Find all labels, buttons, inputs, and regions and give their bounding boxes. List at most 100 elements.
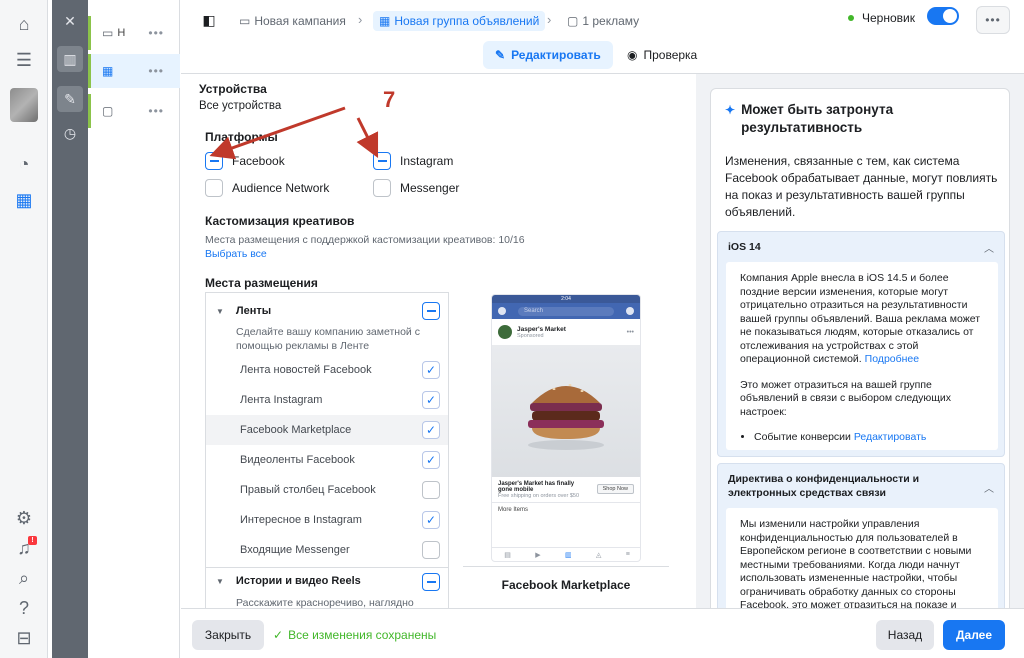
creative-customization-heading: Кастомизация креативов (205, 214, 355, 228)
more-options-icon[interactable]: ••• (148, 26, 164, 40)
select-all-link[interactable]: Выбрать все (205, 248, 267, 260)
placement-checkbox[interactable] (422, 541, 440, 559)
feeds-group-header[interactable]: ▼ Ленты (216, 305, 271, 317)
creative-customization-desc: Места размещения с поддержкой кастомизац… (205, 234, 525, 246)
dashboard-gauge-icon[interactable]: ◔ (10, 150, 38, 178)
edit-pencil-icon[interactable]: ✎ (57, 86, 83, 112)
ads-manager-table-icon[interactable]: ▦ (10, 186, 38, 214)
learn-more-link[interactable]: Подробнее (865, 353, 919, 365)
more-options-icon[interactable]: ••• (148, 104, 164, 118)
audience-network-label: Audience Network (232, 181, 330, 195)
save-status-label: Все изменения сохранены (288, 628, 437, 642)
guidance-panel: ✦ Может быть затронута результативность … (696, 74, 1024, 608)
placement-label: Входящие Messenger (240, 544, 350, 556)
preview-title: Facebook Marketplace (501, 578, 631, 592)
next-button[interactable]: Далее (943, 620, 1005, 650)
placement-row[interactable]: Facebook Marketplace ✓ (206, 415, 448, 445)
breadcrumb-campaign[interactable]: ▭ Новая кампания (239, 11, 346, 31)
ios14-header[interactable]: iOS 14 (728, 240, 761, 254)
messenger-checkbox[interactable] (373, 179, 391, 197)
instagram-checkbox[interactable] (373, 152, 391, 170)
placement-label: Правый столбец Facebook (240, 484, 376, 496)
more-options-button[interactable]: ••• (976, 6, 1010, 34)
sponsored-label: Sponsored (517, 332, 544, 339)
phone-app-bar: Search (492, 303, 640, 319)
status-badge: Черновик (848, 11, 915, 25)
edit-link[interactable]: Редактировать (854, 431, 927, 443)
ios14-content: Компания Apple внесла в iOS 14.5 и более… (726, 262, 998, 450)
tree-item-campaign[interactable]: ▭ Н ••• (88, 16, 180, 50)
folder-icon: ▭ (102, 26, 114, 40)
menu-icon[interactable]: ☰ (10, 46, 38, 74)
breadcrumb-adset[interactable]: ▦ Новая группа объявлений (373, 11, 546, 31)
help-icon[interactable]: ? (10, 594, 38, 622)
stories-group-header[interactable]: ▼ Истории и видео Reels (216, 575, 361, 587)
placement-checkbox[interactable]: ✓ (422, 391, 440, 409)
tab-review[interactable]: ◉ Проверка (615, 41, 709, 69)
chevron-right-icon: › (358, 12, 363, 27)
panel-toggle-icon[interactable]: ⊟ (10, 624, 38, 652)
stories-group-checkbox[interactable] (422, 573, 440, 591)
settings-gear-icon[interactable]: ⚙ (10, 504, 38, 532)
burger-illustration (528, 384, 604, 450)
tab-edit[interactable]: ✎ Редактировать (483, 41, 613, 69)
status-label: Черновик (862, 11, 915, 25)
chevron-up-icon[interactable]: ︿ (984, 240, 994, 255)
shop-now-button: Shop Now (596, 484, 634, 494)
publish-toggle[interactable] (927, 7, 959, 25)
placement-checkbox[interactable]: ✓ (422, 451, 440, 469)
ad-icon: ▢ (567, 14, 579, 28)
privacy-accordion: Директива о конфиденциальности и электро… (717, 463, 1005, 608)
placement-checkbox[interactable]: ✓ (422, 421, 440, 439)
ios14-accordion: iOS 14 ︿ Компания Apple внесла в iOS 14.… (717, 231, 1005, 457)
placement-row[interactable]: Входящие Messenger (206, 535, 448, 565)
group-divider (206, 567, 448, 568)
eye-icon: ◉ (627, 48, 638, 62)
phone-search: Search (518, 306, 614, 316)
chevron-right-icon: › (547, 12, 552, 27)
phone-status-bar: 2:04 (492, 295, 640, 303)
tree-item-ad[interactable]: ▢ ••• (88, 94, 180, 128)
breadcrumb-ad[interactable]: ▢ 1 рекламу (567, 11, 639, 31)
search-icon[interactable]: ⌕ (10, 564, 38, 592)
close-icon[interactable]: ✕ (57, 8, 83, 34)
placement-checkbox[interactable]: ✓ (422, 511, 440, 529)
close-button[interactable]: Закрыть (192, 620, 264, 650)
save-status: ✓ Все изменения сохранены (273, 628, 436, 642)
placement-row[interactable]: Лента новостей Facebook ✓ (206, 355, 448, 385)
privacy-text: Мы изменили настройки управления конфиде… (740, 518, 972, 608)
placement-row[interactable]: Видеоленты Facebook ✓ (206, 445, 448, 475)
sidebar-toggle-icon[interactable]: ◧ (199, 10, 219, 30)
history-clock-icon[interactable]: ◷ (57, 120, 83, 146)
chevron-up-icon[interactable]: ︿ (984, 480, 994, 495)
tool-column: ✕ ▥ ✎ ◷ (52, 0, 88, 658)
placement-row[interactable]: Лента Instagram ✓ (206, 385, 448, 415)
feeds-group-checkbox[interactable] (422, 302, 440, 320)
performance-warning-card: ✦ Может быть затронута результативность … (710, 88, 1010, 608)
audience-network-checkbox[interactable] (205, 179, 223, 197)
stories-group-desc: Расскажите красноречиво, наглядно (236, 597, 414, 608)
placement-checkbox[interactable] (422, 481, 440, 499)
home-icon[interactable]: ⌂ (10, 10, 38, 38)
chart-icon[interactable]: ▥ (57, 46, 83, 72)
caret-down-icon: ▼ (216, 576, 224, 586)
tree-item-adset[interactable]: ▦ ••• (88, 54, 180, 88)
ios14-settings-text: Это может отразиться на вашей группе объ… (740, 378, 951, 418)
avatar[interactable] (10, 88, 38, 122)
placements-heading: Места размещения (205, 276, 318, 290)
tab-label: Проверка (643, 48, 698, 62)
caption-title: Jasper's Market has finally gone mobile (498, 481, 575, 493)
phone-bottom-nav: ▤ ▶ ▥ ◬ ≡ (492, 547, 640, 561)
notifications-bell-icon[interactable]: ♫! (10, 534, 38, 562)
placement-row[interactable]: Интересное в Instagram ✓ (206, 505, 448, 535)
annotation-number: 7 (383, 87, 396, 112)
instagram-label: Instagram (400, 154, 454, 168)
back-button[interactable]: Назад (876, 620, 934, 650)
facebook-checkbox[interactable] (205, 152, 223, 170)
privacy-header[interactable]: Директива о конфиденциальности и электро… (728, 472, 968, 500)
privacy-content: Мы изменили настройки управления конфиде… (726, 508, 998, 608)
ad-icon: ▢ (102, 104, 114, 118)
more-options-icon[interactable]: ••• (148, 64, 164, 78)
placement-row[interactable]: Правый столбец Facebook (206, 475, 448, 505)
placement-checkbox[interactable]: ✓ (422, 361, 440, 379)
